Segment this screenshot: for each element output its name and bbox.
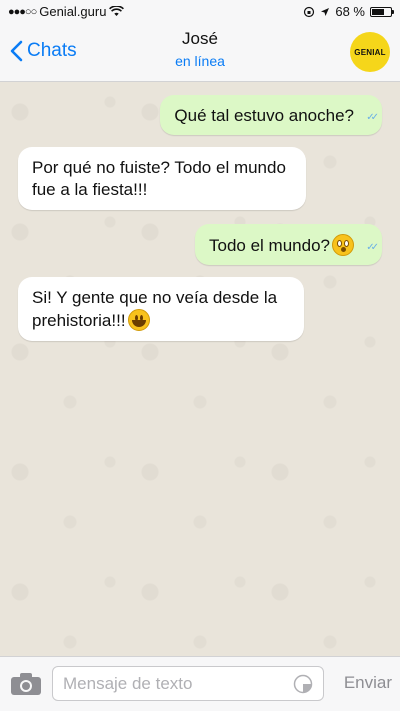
rotation-lock-icon (304, 6, 315, 17)
message-bubble-outgoing[interactable]: Qué tal estuvo anoche? ✓✓ (160, 95, 382, 135)
send-button[interactable]: Enviar (344, 673, 392, 693)
message-text: Si! Y gente que no veía desde la prehist… (32, 288, 278, 330)
conversation-header: Chats José en línea GENIAL (0, 24, 400, 82)
battery-level (372, 8, 384, 15)
message-text: Todo el mundo? (209, 236, 330, 255)
message-bubble-incoming[interactable]: Si! Y gente que no veía desde la prehist… (18, 277, 304, 341)
avatar-logo-text: GENIAL (354, 47, 386, 57)
signal-strength-icon: ●●●○○ (8, 5, 37, 18)
wifi-icon (109, 6, 125, 16)
contact-status: en línea (175, 53, 225, 69)
message-text: Qué tal estuvo anoche? (174, 106, 354, 125)
camera-icon[interactable] (10, 672, 42, 696)
contact-name: José (182, 29, 218, 48)
read-receipt-icon: ✓✓ (366, 112, 379, 123)
status-right: 68 % (303, 4, 394, 19)
grinning-face-emoji-icon (127, 309, 150, 331)
battery-icon (370, 6, 394, 17)
sticker-icon[interactable] (293, 674, 313, 694)
message-text: Por qué no fuiste? Todo el mundo fue a l… (32, 158, 286, 199)
carrier-name: Genial.guru (39, 4, 107, 19)
read-receipt-icon: ✓✓ (366, 242, 379, 253)
message-composer: Enviar (0, 656, 400, 711)
chat-area[interactable]: Qué tal estuvo anoche? ✓✓ Por qué no fui… (0, 82, 400, 656)
message-bubble-outgoing[interactable]: Todo el mundo? ✓✓ (195, 224, 382, 265)
message-input[interactable] (52, 666, 324, 701)
message-bubble-incoming[interactable]: Por qué no fuiste? Todo el mundo fue a l… (18, 147, 306, 210)
status-bar: ●●●○○ Genial.guru 68 % (0, 0, 400, 24)
flushed-face-emoji-icon (332, 234, 354, 256)
location-arrow-icon (321, 7, 330, 16)
status-left: ●●●○○ Genial.guru (8, 4, 125, 19)
contact-info[interactable]: José en línea (0, 29, 400, 69)
contact-avatar[interactable]: GENIAL (350, 32, 390, 72)
battery-percent: 68 % (335, 4, 365, 19)
